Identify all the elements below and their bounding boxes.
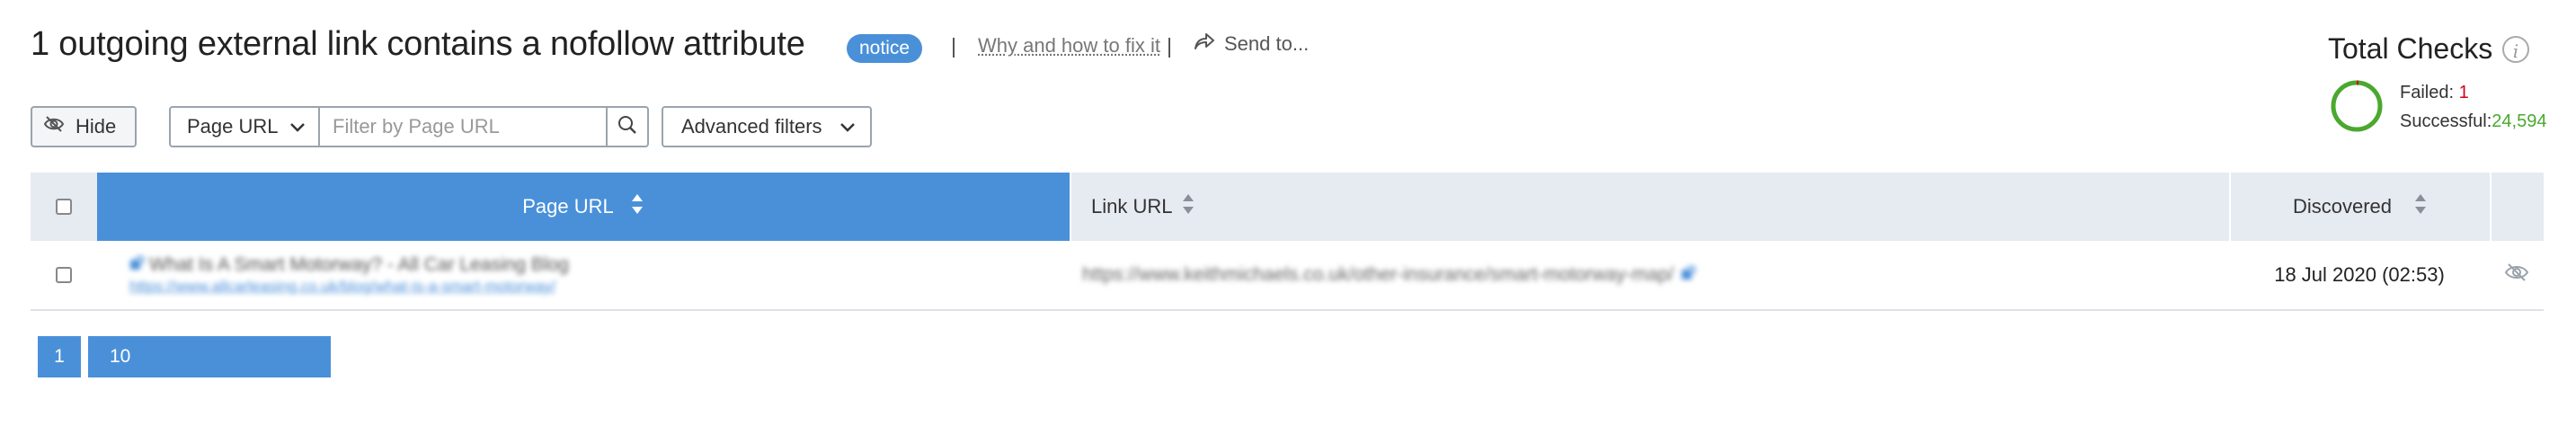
sort-icon (630, 192, 644, 221)
successful-value: 24,594 (2492, 111, 2547, 131)
eye-slash-icon (2504, 262, 2529, 288)
filter-field-value: Page URL (187, 115, 279, 138)
advanced-filters-label: Advanced filters (681, 115, 822, 138)
row-checkbox[interactable] (56, 267, 72, 283)
table-header: Page URL Link URL Discovered (31, 173, 2544, 241)
select-all-checkbox[interactable] (56, 199, 72, 215)
select-all-cell (31, 173, 97, 241)
why-and-how-link[interactable]: Why and how to fix it (978, 34, 1160, 58)
failed-label: Failed: (2400, 83, 2455, 102)
failed-count: Failed: 1 (2400, 83, 2469, 103)
link-url-text: https://www.keithmichaels.co.uk/other-in… (1082, 264, 1674, 285)
failed-value: 1 (2458, 83, 2469, 102)
share-arrow-icon (1194, 32, 1215, 56)
external-link-icon (1681, 264, 1696, 286)
chevron-down-icon (839, 115, 856, 138)
send-to-label: Send to... (1224, 32, 1310, 55)
column-header-page-url[interactable]: Page URL (97, 173, 1070, 241)
info-icon[interactable]: i (2502, 36, 2529, 63)
column-label: Page URL (522, 195, 614, 217)
eye-slash-icon (43, 115, 65, 138)
external-link-icon (129, 254, 144, 276)
filter-input[interactable] (320, 106, 608, 147)
send-to-button[interactable]: Send to... (1194, 32, 1309, 56)
sort-icon (1181, 192, 1195, 221)
filter-field-select[interactable]: Page URL (169, 106, 320, 147)
page-title: 1 outgoing external link contains a nofo… (31, 25, 805, 63)
page-url-cell: What Is A Smart Motorway? - All Car Leas… (129, 241, 759, 309)
row-hide-button[interactable] (2490, 241, 2544, 309)
divider (1168, 38, 1170, 58)
successful-label: Successful: (2400, 111, 2492, 131)
page-number-button[interactable]: 1 (38, 336, 81, 377)
row-select-cell (31, 241, 97, 309)
page-url-link[interactable]: https://www.allcarleasing.co.uk/blog/wha… (129, 278, 555, 296)
page-url-filter: Page URL (169, 106, 649, 147)
table-row: What Is A Smart Motorway? - All Car Leas… (31, 241, 2544, 311)
column-label: Discovered (2292, 195, 2393, 217)
search-button[interactable] (608, 106, 649, 147)
page-title-text: What Is A Smart Motorway? - All Car Leas… (149, 254, 569, 275)
column-header-actions (2490, 173, 2544, 241)
link-url-cell[interactable]: https://www.keithmichaels.co.uk/other-in… (1082, 241, 2206, 309)
column-label: Link URL (1091, 195, 1173, 217)
search-icon (617, 115, 637, 139)
checks-ring-chart (2328, 77, 2385, 139)
divider (953, 38, 955, 58)
total-checks-title: Total Checks (2328, 32, 2493, 65)
notice-badge: notice (847, 34, 923, 63)
page-title-link[interactable]: What Is A Smart Motorway? - All Car Leas… (129, 254, 569, 276)
advanced-filters-button[interactable]: Advanced filters (662, 106, 872, 147)
chevron-down-icon (289, 115, 306, 138)
sort-icon (2413, 192, 2428, 221)
discovered-cell: 18 Jul 2020 (02:53) (2274, 263, 2445, 286)
column-header-discovered[interactable]: Discovered (2229, 173, 2490, 241)
hide-button[interactable]: Hide (31, 106, 137, 147)
hide-label: Hide (76, 115, 117, 138)
per-page-select[interactable]: 10 (88, 336, 331, 377)
successful-count: Successful:24,594 (2400, 111, 2546, 132)
column-header-link-url[interactable]: Link URL (1070, 173, 2229, 241)
